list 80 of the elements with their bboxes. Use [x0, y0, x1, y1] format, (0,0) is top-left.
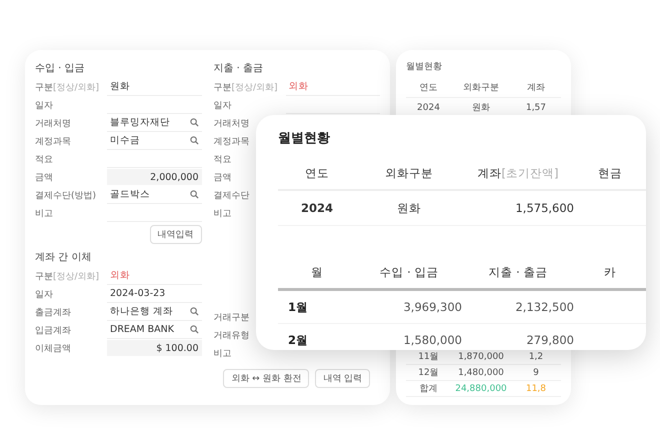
search-icon[interactable] — [190, 325, 198, 334]
field-label: 비고 — [214, 208, 232, 220]
table-cell-text: 2월 — [287, 332, 310, 348]
amount-field[interactable]: $ 100.00 — [107, 340, 202, 356]
field-label: 일자 — [35, 100, 53, 112]
entry-button[interactable]: 내역입력 — [150, 225, 202, 244]
field-label: 결제수단(방법) — [35, 190, 96, 202]
field-label: 일자 — [35, 288, 53, 300]
column-header: 계좌[초기잔액] — [476, 166, 560, 180]
action-button[interactable]: 외화 ↔ 원화 환전 — [223, 369, 310, 388]
field-label: 일자 — [214, 100, 232, 112]
column-header: 외화구분 — [384, 166, 434, 180]
field-label: 금액 — [214, 172, 232, 184]
table-cell-text: 1,870,000 — [457, 352, 505, 362]
card-title: 월별현황 — [278, 130, 331, 148]
table-cell-text: 2024 — [300, 201, 334, 215]
table-cell-text: 3,969,300 — [402, 300, 462, 314]
input-field[interactable]: 원화 — [107, 78, 202, 96]
table-cell-text: 1,575,600 — [514, 201, 574, 215]
column-header: 지출 · 출금 — [488, 264, 548, 280]
search-field[interactable]: 미수금 — [107, 132, 202, 150]
column-header: 계좌 — [526, 82, 546, 94]
section-title: 수입 · 입금 — [35, 62, 86, 76]
input-field[interactable]: 2024-03-23 — [107, 286, 202, 302]
search-field[interactable]: 하나은행 계좌 — [107, 304, 202, 320]
field-label: 구분[정상/외화] — [35, 270, 100, 282]
field-label: 거래유형 — [214, 330, 250, 342]
table-cell-text: 2024 — [416, 102, 441, 112]
field-label: 적요 — [35, 154, 53, 166]
table-cell-text: 원화 — [471, 102, 491, 114]
table-cell-text: 합계 — [418, 383, 438, 395]
search-icon[interactable] — [190, 190, 198, 199]
search-field[interactable]: 골드박스 — [107, 186, 202, 204]
search-icon[interactable] — [190, 136, 198, 145]
column-header: 연도 — [418, 82, 438, 94]
column-header: 카 — [603, 264, 617, 280]
field-label: 금액 — [35, 172, 53, 184]
table-cell-text: 279,800 — [525, 333, 574, 347]
search-icon[interactable] — [190, 118, 198, 127]
column-header: 수입 · 입금 — [378, 264, 440, 280]
table-cell-text: 1,2 — [528, 352, 544, 362]
field-label: 구분[정상/외화] — [35, 82, 100, 94]
field-label: 결제수단 — [214, 190, 250, 202]
field-label: 적요 — [214, 154, 232, 166]
search-icon[interactable] — [190, 307, 198, 316]
table-cell-text: 1월 — [287, 300, 310, 314]
field-label: 거래구분 — [214, 312, 250, 324]
table-cell-text: 원화 — [396, 200, 422, 216]
field-label: 계정과목 — [214, 136, 250, 148]
currency-field[interactable]: 외화 — [107, 268, 202, 284]
search-field[interactable]: DREAM BANK — [107, 322, 202, 338]
table-cell-text: 1,480,000 — [457, 368, 505, 378]
table-cell-text: 24,880,000 — [454, 384, 508, 394]
field-label: 이체금액 — [35, 342, 71, 354]
action-button[interactable]: 내역 입력 — [315, 369, 370, 388]
column-header: 월 — [310, 264, 324, 280]
section-title: 지출 · 출금 — [214, 62, 264, 76]
table-cell-text: 2,132,500 — [514, 300, 574, 314]
column-header: 연도 — [304, 166, 330, 180]
section-title: 계좌 간 이체 — [35, 251, 92, 265]
field-label: 비고 — [214, 348, 232, 360]
table-cell-text: 1,57 — [524, 102, 548, 112]
field-label: 계정과목 — [35, 136, 71, 148]
search-field[interactable]: 블루밍자재단 — [107, 114, 202, 132]
card-title: 월별현황 — [406, 61, 443, 74]
amount-field[interactable]: 2,000,000 — [107, 169, 202, 185]
field-label: 출금계좌 — [35, 306, 71, 318]
field-label: 구분[정상/외화] — [214, 82, 278, 94]
field-label: 거래처명 — [35, 118, 71, 130]
column-header: 현금 — [597, 166, 623, 180]
currency-field[interactable]: 외화 — [286, 78, 380, 96]
table-cell-text: 11,8 — [524, 384, 548, 394]
column-header: 외화구분 — [462, 82, 500, 94]
table-cell-text: 9 — [532, 368, 540, 378]
table-cell-text: 12월 — [417, 367, 440, 379]
table-cell-text: 11월 — [417, 351, 440, 363]
field-label: 비고 — [35, 208, 53, 220]
field-label: 입금계좌 — [35, 324, 71, 336]
table-cell-text: 1,580,000 — [402, 333, 462, 347]
field-label: 거래처명 — [214, 118, 250, 130]
